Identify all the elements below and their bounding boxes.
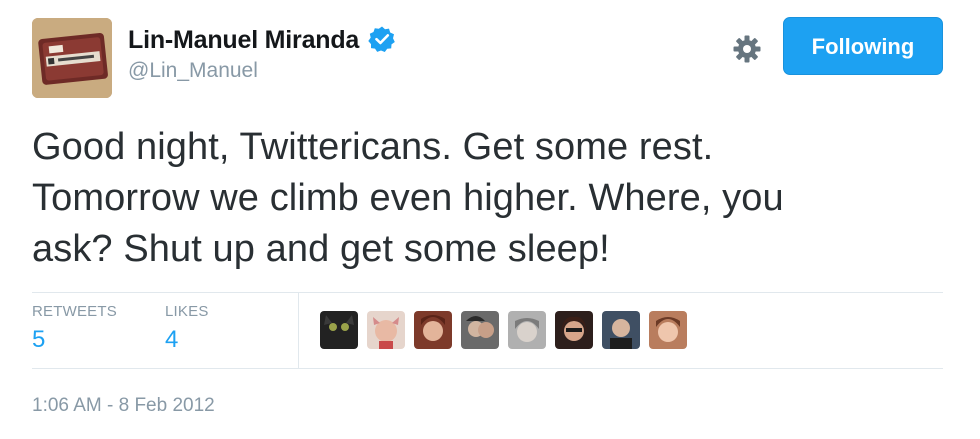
stats-top-divider [32,292,943,293]
verified-badge-icon [367,25,396,53]
liker-avatar[interactable] [461,311,499,349]
stats-bottom-divider [32,368,943,369]
liker-avatars [320,311,687,349]
liker-avatar[interactable] [414,311,452,349]
author-name-block[interactable]: Lin-Manuel Miranda @Lin_Manuel [128,26,396,83]
liker-avatar[interactable] [602,311,640,349]
likes-count[interactable]: 4 [165,326,209,354]
liker-avatar[interactable] [649,311,687,349]
author-display-name[interactable]: Lin-Manuel Miranda [128,26,359,55]
stats-vertical-divider [298,293,299,368]
retweets-stat[interactable]: RETWEETS 5 [32,303,117,354]
retweets-count[interactable]: 5 [32,326,117,354]
likes-stat[interactable]: LIKES 4 [165,303,209,354]
liker-avatar[interactable] [555,311,593,349]
liker-avatar[interactable] [367,311,405,349]
tweet-text: Good night, Twittericans. Get some rest.… [32,122,952,275]
liker-avatar[interactable] [320,311,358,349]
likes-label: LIKES [165,303,209,320]
author-handle[interactable]: @Lin_Manuel [128,59,396,83]
name-badge-avatar-icon [32,18,112,98]
tweet-text-line: Good night, Twittericans. Get some rest. [32,126,714,168]
tweet-timestamp[interactable]: 1:06 AM - 8 Feb 2012 [32,395,215,417]
retweets-label: RETWEETS [32,303,117,320]
liker-avatar[interactable] [508,311,546,349]
tweet-text-line: Tomorrow we climb even higher. Where, yo… [32,177,784,219]
following-button[interactable]: Following [783,17,943,75]
tweet-text-line: ask? Shut up and get some sleep! [32,228,610,270]
gear-icon[interactable] [732,34,762,64]
author-avatar[interactable] [32,18,112,98]
